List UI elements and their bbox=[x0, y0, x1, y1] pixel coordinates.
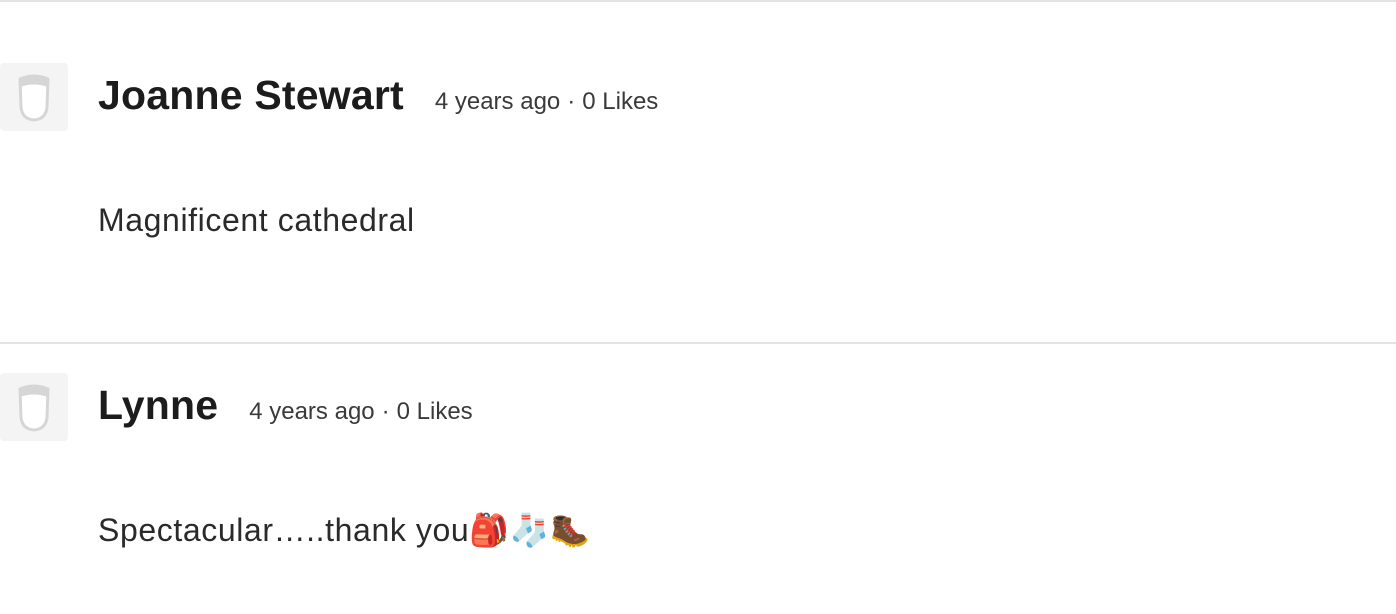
meta-separator: · bbox=[381, 398, 390, 425]
comment-author[interactable]: Lynne bbox=[98, 382, 218, 429]
comment-text: Magnificent cathedral bbox=[98, 202, 415, 238]
comment-header: Lynne 4 years ago · 0 Likes bbox=[98, 382, 473, 429]
comment-item: Lynne 4 years ago · 0 Likes Spectacular…..… bbox=[0, 343, 1396, 614]
comment-timestamp: 4 years ago bbox=[434, 88, 561, 115]
comment-text: Spectacular…..thank you🎒🧦🥾 bbox=[98, 512, 591, 548]
comment-timestamp: 4 years ago bbox=[249, 398, 375, 425]
comment-item: Joanne Stewart 4 years ago · 0 Likes Magni… bbox=[0, 2, 1396, 344]
comment-meta: 4 years ago · 0 Likes bbox=[249, 398, 472, 426]
comment-author[interactable]: Joanne Stewart bbox=[98, 72, 404, 119]
comment-header: Joanne Stewart 4 years ago · 0 Likes bbox=[98, 72, 658, 119]
comment-likes: 0 Likes bbox=[582, 88, 659, 115]
avatar[interactable] bbox=[0, 63, 68, 131]
comment-meta: 4 years ago · 0 Likes bbox=[435, 88, 658, 116]
default-user-avatar-icon bbox=[18, 74, 50, 122]
default-user-avatar-icon bbox=[18, 384, 50, 432]
meta-separator: · bbox=[567, 88, 576, 115]
avatar[interactable] bbox=[0, 373, 68, 441]
comment-likes: 0 Likes bbox=[396, 398, 473, 425]
